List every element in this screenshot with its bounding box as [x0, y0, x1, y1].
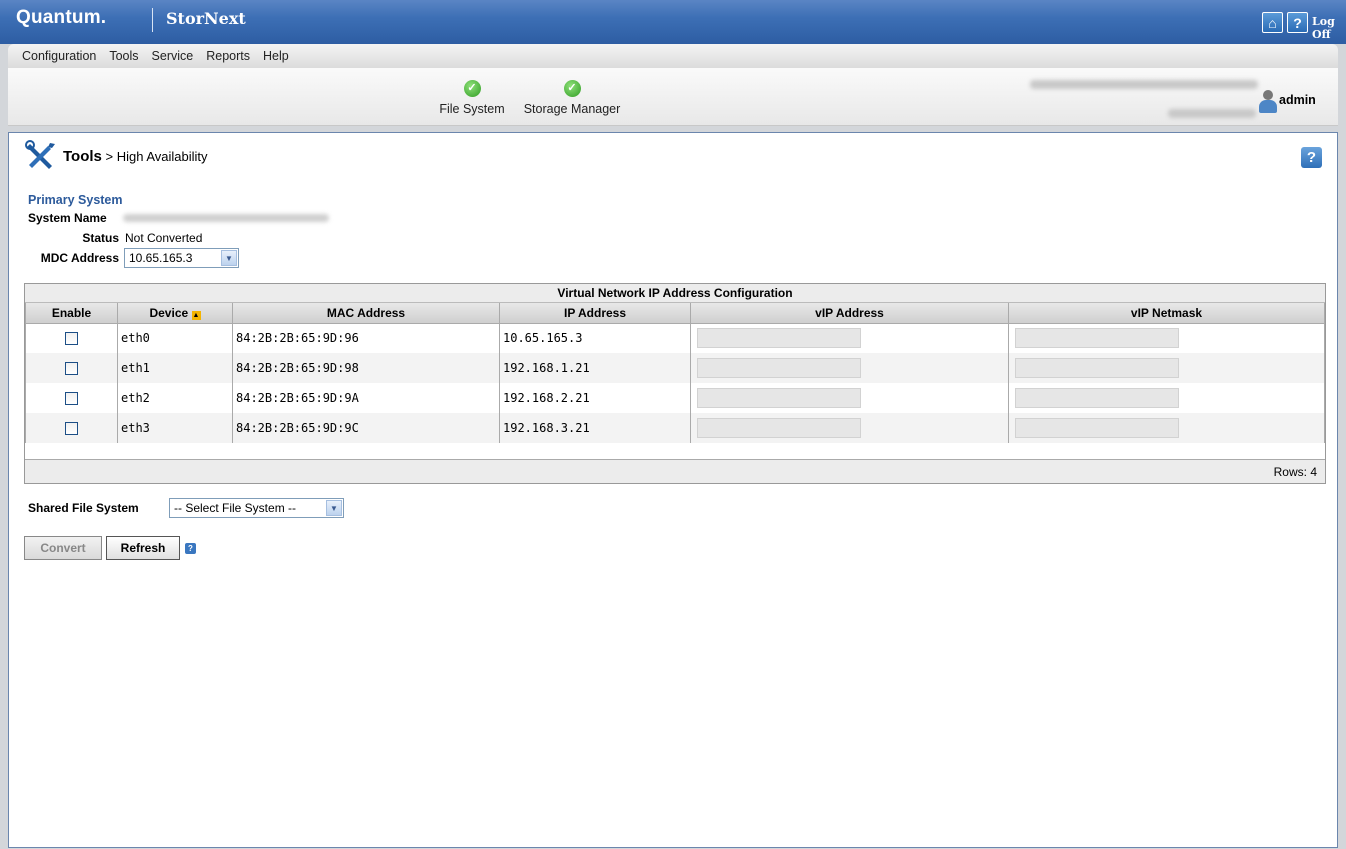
vip-netmask-input[interactable] — [1015, 358, 1179, 378]
device-cell: eth3 — [117, 413, 233, 443]
vip-address-input[interactable] — [697, 358, 861, 378]
status-label: Status — [82, 231, 119, 245]
logo-divider — [152, 8, 153, 32]
user-icon — [1259, 90, 1277, 114]
enable-checkbox[interactable] — [65, 362, 78, 375]
mdc-address-label: MDC Address — [40, 251, 119, 265]
vip-address-input[interactable] — [697, 328, 861, 349]
device-cell: eth0 — [117, 323, 233, 353]
main-panel: Tools > High Availability ? Primary Syst… — [8, 132, 1338, 848]
shared-file-system-value: -- Select File System -- — [174, 501, 297, 515]
shared-file-system-select[interactable]: -- Select File System -- ▼ — [169, 498, 344, 518]
storage-manager-status[interactable]: ✓ Storage Manager — [515, 80, 629, 116]
col-vip-address[interactable]: vIP Address — [690, 303, 1009, 324]
quantum-logo: Quantum. — [16, 7, 107, 28]
menu-configuration[interactable]: Configuration — [22, 49, 96, 63]
primary-system-title: Primary System — [28, 193, 123, 207]
col-ip-address[interactable]: IP Address — [499, 303, 691, 324]
table-row: eth0 84:2B:2B:65:9D:96 10.65.165.3 — [25, 323, 1325, 353]
vip-config-grid: Virtual Network IP Address Configuration… — [24, 283, 1326, 484]
vip-netmask-input[interactable] — [1015, 418, 1179, 438]
menu-service[interactable]: Service — [152, 49, 194, 63]
mac-cell: 84:2B:2B:65:9D:9C — [232, 413, 500, 443]
sort-asc-icon: ▲ — [191, 310, 201, 320]
ip-cell: 192.168.2.21 — [499, 383, 691, 413]
refresh-button[interactable]: Refresh — [106, 536, 180, 560]
vip-address-input[interactable] — [697, 418, 861, 438]
table-row: eth1 84:2B:2B:65:9D:98 192.168.1.21 — [25, 353, 1325, 383]
ip-cell: 10.65.165.3 — [499, 323, 691, 353]
system-name-label: System Name — [28, 211, 107, 225]
mdc-address-select[interactable]: 10.65.165.3 ▼ — [124, 248, 239, 268]
device-cell: eth2 — [117, 383, 233, 413]
menu-tools[interactable]: Tools — [109, 49, 138, 63]
row-count: Rows: 4 — [25, 459, 1325, 483]
vip-netmask-input[interactable] — [1015, 388, 1179, 408]
check-icon: ✓ — [563, 80, 581, 97]
breadcrumb-section[interactable]: Tools — [63, 148, 102, 165]
mac-cell: 84:2B:2B:65:9D:9A — [232, 383, 500, 413]
check-icon: ✓ — [463, 80, 481, 97]
menu-bar: Configuration Tools Service Reports Help — [8, 44, 1338, 68]
status-bar: ✓ File System ✓ Storage Manager admin — [8, 68, 1338, 126]
mdc-address-value: 10.65.165.3 — [129, 251, 193, 265]
chevron-down-icon[interactable]: ▼ — [326, 500, 342, 516]
vip-table: Enable Device ▲ MAC Address IP Address v… — [25, 303, 1325, 443]
table-row: eth2 84:2B:2B:65:9D:9A 192.168.2.21 — [25, 383, 1325, 413]
blurred-hostname — [1030, 80, 1258, 89]
blurred-serial — [1168, 109, 1256, 118]
enable-checkbox[interactable] — [65, 422, 78, 435]
top-banner: Quantum. StorNext ⌂ ? Log Off — [0, 0, 1346, 44]
enable-checkbox[interactable] — [65, 332, 78, 346]
chevron-down-icon[interactable]: ▼ — [221, 250, 237, 266]
file-system-label: File System — [439, 102, 505, 116]
device-cell: eth1 — [117, 353, 233, 383]
breadcrumb: Tools > High Availability — [63, 148, 208, 165]
product-name: StorNext — [166, 9, 246, 28]
menu-help[interactable]: Help — [263, 49, 289, 63]
enable-checkbox[interactable] — [65, 392, 78, 405]
mac-cell: 84:2B:2B:65:9D:96 — [232, 323, 500, 353]
status-value: Not Converted — [125, 231, 203, 245]
tools-icon — [25, 140, 55, 169]
menu-reports[interactable]: Reports — [206, 49, 250, 63]
col-vip-netmask[interactable]: vIP Netmask — [1008, 303, 1325, 324]
vip-address-input[interactable] — [697, 388, 861, 408]
col-device[interactable]: Device ▲ — [117, 303, 233, 324]
col-mac-address[interactable]: MAC Address — [232, 303, 500, 324]
page-help-icon[interactable]: ? — [1301, 147, 1322, 168]
vip-netmask-input[interactable] — [1015, 328, 1179, 349]
file-system-status[interactable]: ✓ File System — [426, 80, 518, 116]
logoff-link[interactable]: Log Off — [1312, 15, 1346, 41]
home-icon[interactable]: ⌂ — [1262, 12, 1283, 33]
breadcrumb-current: > High Availability — [101, 149, 208, 164]
convert-button[interactable]: Convert — [24, 536, 102, 560]
blurred-system-name — [123, 214, 329, 222]
ip-cell: 192.168.1.21 — [499, 353, 691, 383]
help-icon[interactable]: ? — [1287, 12, 1308, 33]
username: admin — [1279, 93, 1316, 107]
mac-cell: 84:2B:2B:65:9D:98 — [232, 353, 500, 383]
help-icon[interactable]: ? — [185, 543, 196, 554]
table-row: eth3 84:2B:2B:65:9D:9C 192.168.3.21 — [25, 413, 1325, 443]
storage-manager-label: Storage Manager — [523, 102, 621, 116]
grid-caption: Virtual Network IP Address Configuration — [25, 284, 1325, 303]
ip-cell: 192.168.3.21 — [499, 413, 691, 443]
shared-file-system-label: Shared File System — [28, 501, 139, 515]
col-enable[interactable]: Enable — [25, 303, 118, 324]
